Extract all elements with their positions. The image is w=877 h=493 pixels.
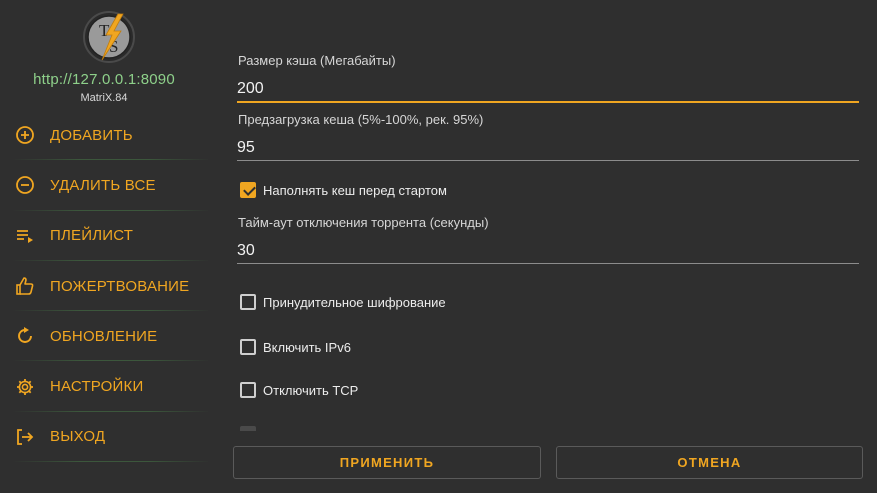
preload-input[interactable]: 95 [237,139,255,157]
disable-tcp-checkbox[interactable] [240,382,256,398]
sidebar-item-exit[interactable]: ВЫХОД [0,412,208,463]
sidebar-item-remove-all[interactable]: УДАЛИТЬ ВСЕ [0,160,208,211]
refresh-icon [15,326,35,346]
sidebar-item-label: ОБНОВЛЕНИЕ [50,327,158,345]
enable-ipv6-label: Включить IPv6 [263,339,351,355]
sidebar-item-playlist[interactable]: ПЛЕЙЛИСТ [0,211,208,262]
sidebar-item-label: ПЛЕЙЛИСТ [50,227,134,245]
force-encryption-label: Принудительное шифрование [263,294,446,310]
enable-ipv6-checkbox-row[interactable]: Включить IPv6 [240,338,351,356]
sidebar-item-update[interactable]: ОБНОВЛЕНИЕ [0,311,208,362]
cancel-button[interactable]: ОТМЕНА [556,446,863,479]
preload-underline [237,160,859,161]
partially-hidden-checkbox [240,426,256,431]
app-logo: T S [82,10,136,64]
cache-size-underline [237,101,859,103]
timeout-underline [237,263,859,264]
fill-cache-checkbox-row[interactable]: Наполнять кеш перед стартом [240,181,447,199]
sidebar-item-label: ВЫХОД [50,428,106,446]
sidebar-menu: ДОБАВИТЬ УДАЛИТЬ ВСЕ ПЛЕЙЛИСТ ПОЖЕРТВОВА… [0,110,208,463]
sidebar-item-label: ДОБАВИТЬ [50,126,133,144]
sidebar-item-label: ПОЖЕРТВОВАНИЕ [50,277,190,295]
apply-button[interactable]: ПРИМЕНИТЬ [233,446,541,479]
sidebar-item-label: НАСТРОЙКИ [50,378,144,396]
force-encryption-checkbox[interactable] [240,294,256,310]
sidebar-item-settings[interactable]: НАСТРОЙКИ [0,361,208,413]
minus-circle-icon [15,175,35,195]
playlist-icon [15,226,35,246]
cache-size-label: Размер кэша (Мегабайты) [238,53,396,68]
fill-cache-label: Наполнять кеш перед стартом [263,182,447,198]
disable-tcp-checkbox-row[interactable]: Отключить TCP [240,381,358,399]
sidebar: T S http://127.0.0.1:8090 MatriX.84 ДОБА… [0,0,208,493]
sidebar-item-label: УДАЛИТЬ ВСЕ [50,176,156,194]
server-address: http://127.0.0.1:8090 [33,71,175,88]
preload-label: Предзагрузка кеша (5%-100%, рек. 95%) [238,112,484,127]
settings-panel: Размер кэша (Мегабайты) 200 Предзагрузка… [208,0,877,493]
exit-icon [15,427,35,447]
disable-tcp-label: Отключить TCP [263,382,359,398]
server-version: MatriX.84 [80,92,128,104]
thumbs-up-icon [15,276,35,296]
enable-ipv6-checkbox[interactable] [240,339,256,355]
fill-cache-checkbox[interactable] [240,182,256,198]
gear-icon [15,377,35,397]
timeout-label: Тайм-аут отключения торрента (секунды) [238,215,489,230]
sidebar-item-donate[interactable]: ПОЖЕРТВОВАНИЕ [0,261,208,312]
plus-circle-icon [15,125,35,145]
cache-size-input[interactable]: 200 [237,80,264,98]
sidebar-item-add[interactable]: ДОБАВИТЬ [0,110,208,161]
timeout-input[interactable]: 30 [237,242,255,260]
force-encryption-checkbox-row[interactable]: Принудительное шифрование [240,293,446,311]
